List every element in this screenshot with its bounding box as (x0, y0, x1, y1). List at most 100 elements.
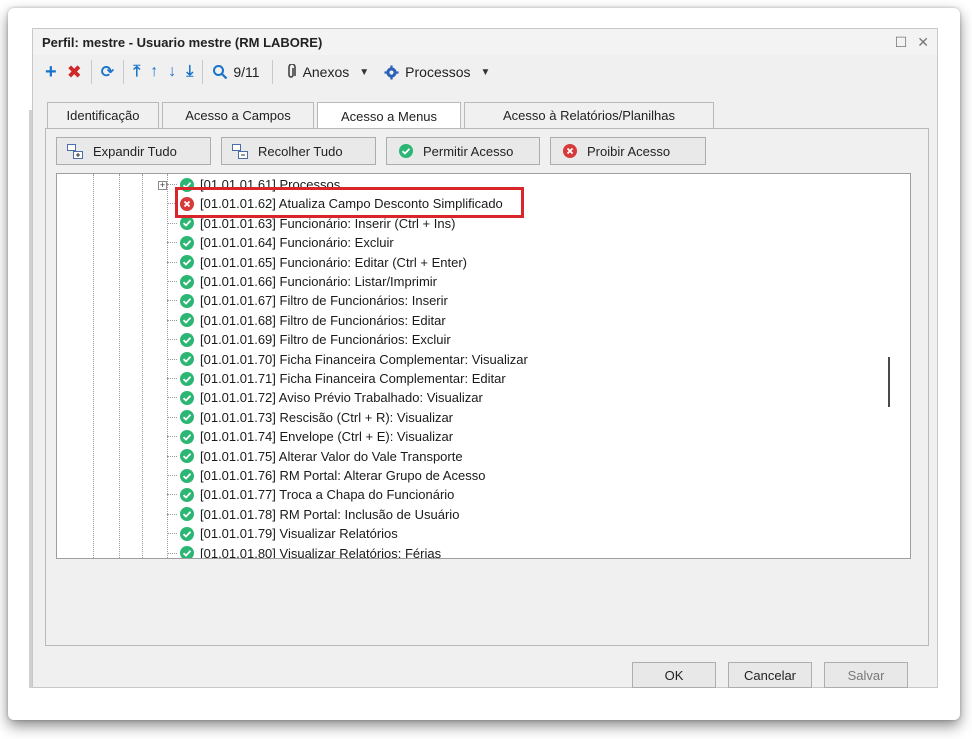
tree-item[interactable]: [01.01.01.65] Funcionário: Editar (Ctrl … (167, 253, 467, 272)
check-circle-icon (180, 410, 194, 425)
tree-item-label: [01.01.01.69] Filtro de Funcionários: Ex… (200, 332, 451, 348)
check-circle-icon (180, 255, 194, 270)
tree-item[interactable]: [01.01.01.67] Filtro de Funcionários: In… (167, 291, 448, 310)
tree-item[interactable]: [01.01.01.66] Funcionário: Listar/Imprim… (167, 272, 437, 291)
check-circle-icon (180, 487, 194, 502)
tab-identificacao[interactable]: Identificação (47, 102, 159, 128)
ok-button[interactable]: OK (632, 662, 716, 688)
check-circle-icon (180, 332, 194, 347)
tree-connector (167, 319, 177, 321)
tree-item-label: [01.01.01.75] Alterar Valor do Vale Tran… (200, 448, 463, 464)
tab-label: Acesso a Campos (185, 108, 291, 123)
check-circle-icon (180, 352, 194, 367)
search-button[interactable] (207, 59, 233, 85)
tree-item-label: [01.01.01.80] Visualizar Relatórios: Fér… (200, 545, 442, 559)
tree-item-label: [01.01.01.68] Filtro de Funcionários: Ed… (200, 312, 446, 328)
tab-label: Identificação (66, 108, 140, 123)
save-button[interactable]: Salvar (824, 662, 908, 688)
next-record-button[interactable]: ↓ (163, 59, 181, 85)
tree-expander[interactable]: + (158, 181, 167, 190)
delete-button[interactable]: ✖ (62, 59, 87, 85)
tree-item[interactable]: [01.01.01.61] Processos (167, 175, 340, 194)
check-circle-icon (180, 235, 194, 250)
tree-guide-line (119, 174, 120, 558)
tree-item[interactable]: [01.01.01.80] Visualizar Relatórios: Fér… (167, 544, 442, 559)
expand-tree-icon (67, 143, 83, 159)
allow-access-button[interactable]: Permitir Acesso (386, 137, 540, 165)
menu-tree[interactable]: + [01.01.01.61] Processos [01.01.01.62] A… (56, 173, 911, 559)
tree-connector (167, 222, 177, 224)
tree-connector (167, 378, 177, 379)
add-button[interactable]: + (40, 59, 62, 85)
tree-connector (167, 339, 177, 341)
scrollbar-thumb[interactable] (888, 357, 890, 407)
expand-all-label: Expandir Tudo (93, 143, 177, 159)
dialog-buttons: OK Cancelar Salvar (632, 662, 908, 688)
first-record-button[interactable]: ⤒ (128, 59, 145, 85)
tree-connector (167, 397, 177, 399)
check-circle-icon (180, 526, 194, 541)
tree-item[interactable]: [01.01.01.70] Ficha Financeira Complemen… (167, 350, 528, 369)
tree-item[interactable]: [01.01.01.75] Alterar Valor do Vale Tran… (167, 447, 463, 466)
tree-item[interactable]: [01.01.01.71] Ficha Financeira Complemen… (167, 369, 506, 388)
tree-item[interactable]: [01.01.01.77] Troca a Chapa do Funcionár… (167, 485, 454, 504)
collapse-all-label: Recolher Tudo (258, 143, 343, 159)
cancel-button[interactable]: Cancelar (728, 662, 812, 688)
refresh-button[interactable]: ⟳ (96, 59, 119, 85)
expand-all-button[interactable]: Expandir Tudo (56, 137, 211, 165)
check-circle-icon (180, 449, 194, 464)
tree-item[interactable]: [01.01.01.78] RM Portal: Inclusão de Usu… (167, 505, 459, 524)
last-record-button[interactable]: ⤓ (181, 59, 198, 85)
collapse-all-button[interactable]: Recolher Tudo (221, 137, 376, 165)
deny-circle-icon (563, 144, 577, 158)
tree-item-label: [01.01.01.63] Funcionário: Inserir (Ctrl… (200, 215, 456, 231)
tree-item-label: [01.01.01.79] Visualizar Relatórios (200, 526, 398, 542)
title-bar: Perfil: mestre - Usuario mestre (RM LABO… (33, 29, 937, 55)
tree-item[interactable]: [01.01.01.73] Rescisão (Ctrl + R): Visua… (167, 408, 453, 427)
tree-item[interactable]: [01.01.01.68] Filtro de Funcionários: Ed… (167, 311, 446, 330)
check-circle-icon (180, 293, 194, 308)
check-circle-icon (180, 371, 194, 386)
tree-item-label: [01.01.01.77] Troca a Chapa do Funcionár… (200, 487, 455, 503)
check-circle-icon (180, 507, 194, 522)
check-circle-icon (180, 546, 194, 558)
tree-item-label: [01.01.01.74] Envelope (Ctrl + E): Visua… (200, 429, 454, 445)
tree-item-label: [01.01.01.78] RM Portal: Inclusão de Usu… (200, 506, 460, 522)
tab-acesso-menus[interactable]: Acesso a Menus (317, 102, 461, 129)
tree-item[interactable]: [01.01.01.64] Funcionário: Excluir (167, 233, 394, 252)
collapse-tree-icon (232, 143, 248, 159)
window-controls: ☐ ✕ (895, 34, 929, 51)
tree-connector (167, 358, 177, 360)
maximize-icon[interactable]: ☐ (895, 34, 908, 51)
tree-item[interactable]: [01.01.01.63] Funcionário: Inserir (Ctrl… (167, 214, 455, 233)
toolbar-separator (90, 60, 92, 84)
tab-acesso-relatorios[interactable]: Acesso à Relatórios/Planilhas (464, 102, 714, 128)
tree-item[interactable]: [01.01.01.69] Filtro de Funcionários: Ex… (167, 330, 451, 349)
tree-item-label: [01.01.01.62] Atualiza Campo Desconto Si… (200, 196, 503, 212)
tree-guide-line (142, 174, 143, 558)
window-title: Perfil: mestre - Usuario mestre (RM LABO… (42, 34, 323, 50)
gear-icon (384, 64, 399, 80)
allow-access-label: Permitir Acesso (423, 143, 514, 159)
tree-connector (167, 436, 177, 438)
tree-item[interactable]: [01.01.01.79] Visualizar Relatórios (167, 524, 398, 543)
previous-record-button[interactable]: ↑ (145, 59, 163, 85)
deny-access-label: Proibir Acesso (587, 143, 671, 159)
tree-connector (167, 242, 177, 244)
tree-actions: Expandir Tudo Recolher Tudo Permitir Ace… (56, 137, 706, 165)
deny-access-button[interactable]: Proibir Acesso (550, 137, 706, 165)
tree-item[interactable]: [01.01.01.72] Aviso Prévio Trabalhado: V… (167, 388, 483, 407)
close-icon[interactable]: ✕ (917, 34, 929, 51)
tab-strip: Identificação Acesso a Campos Acesso a M… (47, 102, 717, 129)
tree-item[interactable]: [01.01.01.74] Envelope (Ctrl + E): Visua… (167, 427, 453, 446)
search-icon (213, 65, 228, 80)
tree-connector (167, 416, 177, 418)
tree-item[interactable]: [01.01.01.62] Atualiza Campo Desconto Si… (167, 194, 503, 213)
tree-item[interactable]: [01.01.01.76] RM Portal: Alterar Grupo d… (167, 466, 485, 485)
check-circle-icon (180, 429, 194, 444)
annexes-dropdown[interactable]: Anexos ▼ (277, 59, 375, 85)
processes-dropdown[interactable]: Processos ▼ (374, 59, 495, 85)
tab-label: Acesso a Menus (340, 108, 438, 124)
tab-acesso-campos[interactable]: Acesso a Campos (162, 102, 314, 128)
tree-connector (167, 203, 177, 205)
